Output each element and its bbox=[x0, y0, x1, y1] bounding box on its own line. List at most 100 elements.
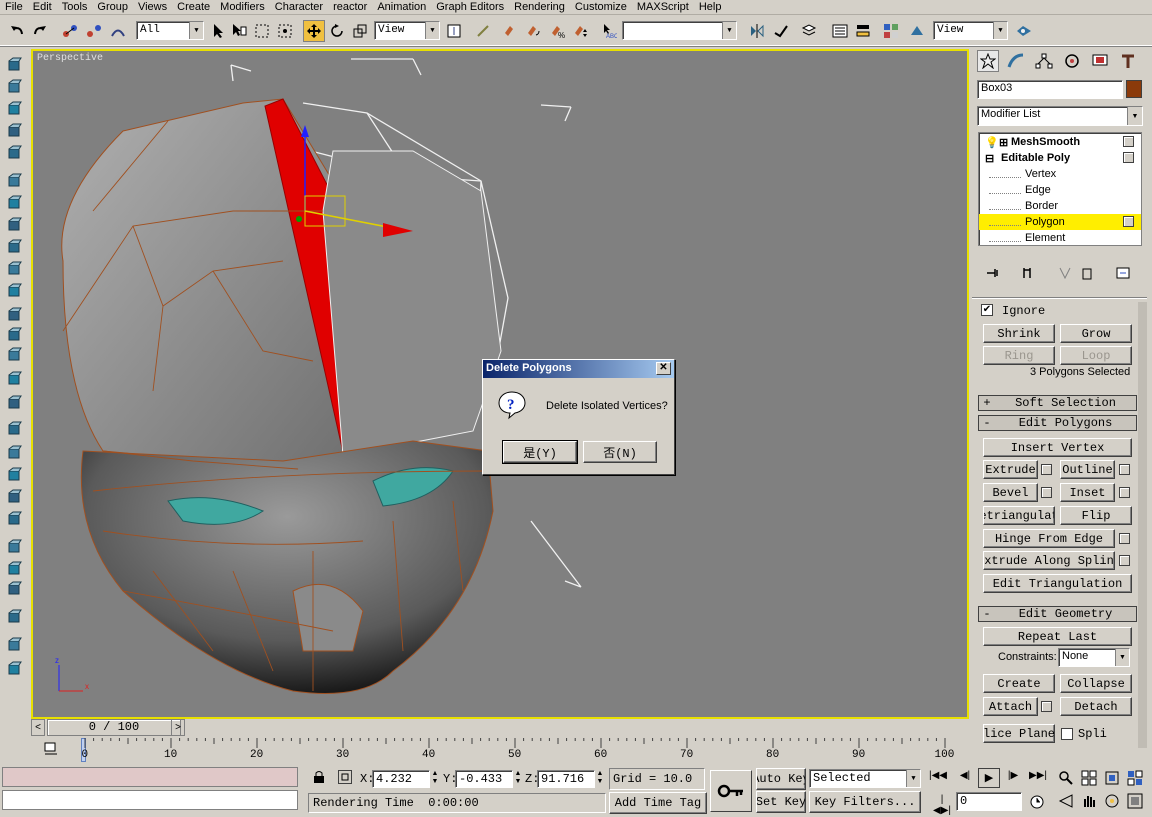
grow-button[interactable]: Grow bbox=[1060, 324, 1132, 343]
stack-item-element[interactable]: Element bbox=[979, 230, 1140, 246]
pyramid-icon[interactable] bbox=[5, 238, 23, 256]
zoom-icon[interactable] bbox=[1058, 770, 1076, 786]
display-tab-icon[interactable] bbox=[1089, 50, 1111, 72]
no-button[interactable]: 否(N) bbox=[583, 441, 657, 463]
lightbulb-icon[interactable]: 💡 bbox=[985, 136, 999, 149]
snap-icon[interactable] bbox=[499, 20, 521, 42]
align-icon[interactable] bbox=[770, 20, 792, 42]
z-coord-field[interactable]: 91.716 bbox=[537, 770, 595, 788]
angle-snap-icon[interactable] bbox=[522, 20, 544, 42]
absolute-mode-icon[interactable] bbox=[338, 770, 352, 784]
soft-selection-rollout[interactable]: + Soft Selection bbox=[978, 395, 1137, 411]
scale-icon[interactable] bbox=[349, 20, 371, 42]
object-name-field[interactable]: Box03 bbox=[977, 80, 1123, 99]
quick-render-icon[interactable] bbox=[1013, 20, 1035, 42]
percent-snap-icon[interactable]: % bbox=[546, 20, 568, 42]
geosphere-icon[interactable] bbox=[5, 144, 23, 162]
dummy-icon[interactable] bbox=[5, 488, 23, 506]
select-link-icon[interactable] bbox=[59, 20, 81, 42]
stack-toggle[interactable] bbox=[1123, 216, 1134, 227]
x-coord-field[interactable]: 4.232 bbox=[372, 770, 430, 788]
key-mode-icon[interactable]: |◀▶| bbox=[932, 794, 952, 816]
panel-scrollbar[interactable] bbox=[1138, 302, 1147, 748]
hedra-icon[interactable] bbox=[5, 282, 23, 300]
menu-maxscript[interactable]: MAXScript bbox=[632, 0, 694, 14]
maxscript-output-field[interactable] bbox=[2, 790, 298, 810]
close-icon[interactable]: ✕ bbox=[656, 362, 671, 375]
edit-polygons-rollout[interactable]: - Edit Polygons bbox=[978, 415, 1137, 431]
motion-tab-icon[interactable] bbox=[1061, 50, 1083, 72]
yes-button[interactable]: 是(Y) bbox=[502, 440, 578, 464]
edit-geometry-rollout[interactable]: - Edit Geometry bbox=[978, 606, 1137, 622]
retriangulate-button[interactable]: etriangulat bbox=[983, 506, 1055, 525]
zoom-extents-all-icon[interactable] bbox=[1127, 770, 1145, 786]
tube-icon[interactable] bbox=[5, 216, 23, 234]
lock-icon[interactable] bbox=[312, 770, 326, 784]
material-editor-icon[interactable] bbox=[880, 20, 902, 42]
render-scene-icon[interactable] bbox=[906, 20, 928, 42]
field-of-view-icon[interactable] bbox=[1058, 793, 1076, 809]
prev-key-icon[interactable]: ◀| bbox=[955, 770, 975, 786]
create-button[interactable]: Create bbox=[983, 674, 1055, 693]
compound-icon[interactable] bbox=[5, 444, 23, 462]
flip-button[interactable]: Flip bbox=[1060, 506, 1132, 525]
named-selection-dropdown[interactable]: ▼ bbox=[622, 21, 737, 40]
remove-modifier-icon[interactable] bbox=[1076, 262, 1098, 284]
render-view-dropdown[interactable]: View ▼ bbox=[933, 21, 1008, 40]
move-icon[interactable] bbox=[303, 20, 325, 42]
snapshot-icon[interactable] bbox=[5, 608, 23, 626]
extrude-button[interactable]: Extrude bbox=[983, 460, 1038, 479]
hinge-from-edge-button[interactable]: Hinge From Edge bbox=[983, 529, 1115, 548]
mirror-icon[interactable] bbox=[746, 20, 768, 42]
ignore-checkbox[interactable]: ✔ bbox=[981, 304, 993, 316]
menu-file[interactable]: File bbox=[0, 0, 28, 14]
x-spinner-icon[interactable]: ▲ ▼ bbox=[430, 770, 440, 788]
menu-customize[interactable]: Customize bbox=[570, 0, 632, 14]
track-bar-ruler[interactable]: 0 10 20 30 40 50 60 70 80 90 100 bbox=[31, 738, 969, 764]
window-crossing-icon[interactable] bbox=[274, 20, 296, 42]
pan-hand-icon[interactable] bbox=[1081, 793, 1099, 809]
cone-icon[interactable] bbox=[5, 122, 23, 140]
schematic-view-icon[interactable] bbox=[852, 20, 874, 42]
expand-icon[interactable]: ⊞ bbox=[999, 136, 1011, 149]
sphere-icon[interactable] bbox=[5, 100, 23, 118]
inset-button[interactable]: Inset bbox=[1060, 483, 1115, 502]
object-color-swatch[interactable] bbox=[1126, 80, 1142, 98]
menu-rendering[interactable]: Rendering bbox=[509, 0, 570, 14]
light-icon[interactable] bbox=[5, 326, 23, 344]
next-frame-icon[interactable]: > bbox=[171, 719, 185, 736]
slice-plane-button[interactable]: lice Plane bbox=[983, 724, 1055, 743]
extrude-settings-icon[interactable] bbox=[1041, 464, 1052, 475]
zoom-extents-icon[interactable] bbox=[1104, 770, 1122, 786]
configure-sets-icon[interactable] bbox=[1112, 262, 1134, 284]
extrude-along-spline-button[interactable]: xtrude Along Splin bbox=[983, 551, 1115, 570]
modify-tab-icon[interactable] bbox=[1005, 50, 1027, 72]
hierarchy-tab-icon[interactable] bbox=[1033, 50, 1055, 72]
outline-button[interactable]: Outline bbox=[1060, 460, 1115, 479]
menu-reactor[interactable]: reactor bbox=[328, 0, 372, 14]
maximize-viewport-icon[interactable] bbox=[1127, 793, 1145, 809]
prev-frame-icon[interactable]: < bbox=[31, 719, 45, 736]
collapse-icon[interactable]: ⊟ bbox=[985, 152, 1001, 165]
stack-item-vertex[interactable]: Vertex bbox=[979, 166, 1140, 182]
edit-named-sel-icon[interactable]: ABC bbox=[598, 20, 620, 42]
extrude-spline-settings-icon[interactable] bbox=[1119, 555, 1130, 566]
menu-character[interactable]: Character bbox=[270, 0, 328, 14]
key-selection-dropdown[interactable]: Selected ▼ bbox=[809, 769, 921, 788]
bevel-settings-icon[interactable] bbox=[1041, 487, 1052, 498]
create-tab-icon[interactable] bbox=[977, 50, 999, 72]
undo-icon[interactable] bbox=[6, 20, 28, 42]
select-manipulate-icon[interactable] bbox=[472, 20, 494, 42]
set-key-icon[interactable] bbox=[710, 770, 752, 812]
stack-item-polygon[interactable]: Polygon bbox=[979, 214, 1141, 230]
hinge-settings-icon[interactable] bbox=[1119, 533, 1130, 544]
render-icon[interactable] bbox=[5, 510, 23, 528]
arc-rotate-icon[interactable] bbox=[1104, 793, 1122, 809]
plane-icon[interactable] bbox=[5, 172, 23, 190]
go-to-end-icon[interactable]: ▶▶| bbox=[1027, 770, 1049, 786]
attach-settings-icon[interactable] bbox=[1041, 701, 1052, 712]
environment-icon[interactable] bbox=[5, 538, 23, 556]
z-spinner-icon[interactable]: ▲ ▼ bbox=[595, 770, 605, 788]
array-icon[interactable] bbox=[5, 636, 23, 654]
show-end-result-icon[interactable] bbox=[1016, 262, 1038, 284]
